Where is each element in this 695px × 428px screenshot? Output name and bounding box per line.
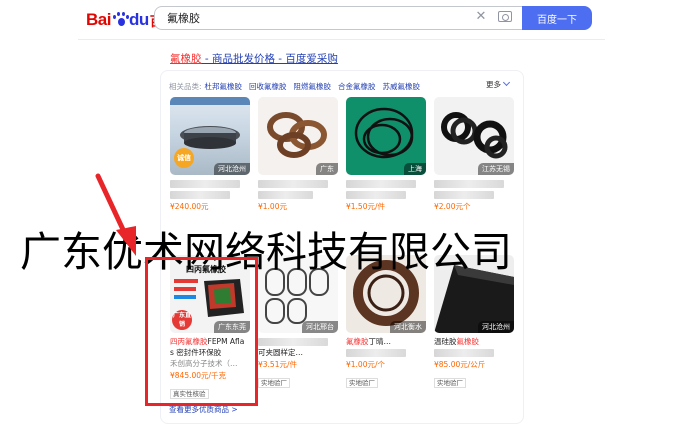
product-location: 河北衡水 [390, 321, 426, 333]
blurred-text [434, 349, 494, 357]
product-tile[interactable]: 江苏无锡 ¥2.00元个 [434, 97, 514, 212]
product-price: ¥85.00元/公斤 [434, 360, 486, 369]
keyword-highlight: 氟橡胶 [346, 337, 369, 346]
result-title-link[interactable]: 氟橡胶 - 商品批发价格 - 百度爱采购 [170, 51, 338, 66]
product-price: ¥1.50元/件 [346, 202, 385, 211]
search-box[interactable] [154, 6, 522, 30]
blurred-text [258, 191, 313, 199]
paw-icon [112, 12, 129, 28]
category-item[interactable]: 合金氟橡胶 [338, 81, 376, 92]
product-tile[interactable]: 上海 ¥1.50元/件 [346, 97, 426, 212]
blurred-text [346, 191, 406, 199]
product-image[interactable]: 江苏无锡 [434, 97, 514, 175]
result-title-highlight: 氟橡胶 [170, 53, 202, 65]
product-price: ¥240.00元 [170, 202, 209, 211]
camera-icon[interactable] [498, 11, 512, 22]
annotation-highlight-box [145, 257, 258, 406]
product-image[interactable]: 广东 [258, 97, 338, 175]
search-input[interactable] [167, 11, 457, 25]
blurred-text [346, 180, 416, 188]
blurred-text [346, 349, 406, 357]
verification-tag: 实地验厂 [258, 378, 290, 388]
product-tile[interactable]: 广东 ¥1.00元 [258, 97, 338, 212]
verification-tag: 实地验厂 [346, 378, 378, 388]
product-location: 河北沧州 [214, 163, 250, 175]
annotation-arrow-icon [95, 173, 136, 256]
category-row: 相关品类: 杜邦氟橡胶 回收氟橡胶 阻燃氟橡胶 合金氟橡胶 苏威氟橡胶 [169, 79, 519, 93]
search-button[interactable]: 百度一下 [522, 6, 592, 30]
product-price: ¥1.00元 [258, 202, 287, 211]
header-divider [78, 39, 605, 40]
category-more-button[interactable]: 更多 [486, 78, 511, 90]
product-image[interactable]: 诚信 河北沧州 [170, 97, 250, 175]
product-name-text: 丁晴… [368, 337, 392, 346]
logo-bai-text: Bai [86, 10, 111, 29]
product-tile[interactable]: 诚信 河北沧州 ¥240.00元 [170, 97, 250, 212]
product-name-line2: 可夹圆样定… [258, 348, 303, 357]
category-item[interactable]: 杜邦氟橡胶 [205, 81, 243, 92]
category-label: 相关品类: [169, 81, 202, 91]
product-image[interactable]: 上海 [346, 97, 426, 175]
blurred-text [434, 191, 494, 199]
keyword-highlight: 氟橡胶 [456, 337, 480, 346]
product-location: 上海 [404, 163, 426, 175]
logo-du-text: du [128, 10, 149, 29]
category-item[interactable]: 回收氟橡胶 [249, 81, 287, 92]
blurred-text [434, 180, 504, 188]
clear-icon[interactable]: ✕ [475, 10, 487, 24]
category-item[interactable]: 苏威氟橡胶 [383, 81, 421, 92]
blurred-text [170, 180, 240, 188]
blurred-text [258, 180, 328, 188]
integrity-seal-icon: 诚信 [174, 148, 194, 168]
product-location: 江苏无锡 [478, 163, 514, 175]
product-price: ¥2.00元个 [434, 202, 471, 211]
product-location: 河北沧州 [478, 321, 514, 333]
product-price: ¥3.51元/件 [258, 360, 297, 369]
chevron-down-icon [502, 78, 511, 87]
result-title-rest: - 商品批发价格 - 百度爱采购 [201, 53, 338, 65]
blurred-text [170, 191, 230, 199]
verification-tag: 实地验厂 [434, 378, 466, 388]
blurred-text [258, 338, 328, 346]
product-location: 河北邢台 [302, 321, 338, 333]
category-more-label: 更多 [486, 80, 501, 89]
category-item[interactable]: 阻燃氟橡胶 [294, 81, 332, 92]
product-location: 广东 [316, 163, 338, 175]
product-price: ¥1.00元/个 [346, 360, 385, 369]
product-name-text: 温硅胶 [434, 337, 457, 346]
